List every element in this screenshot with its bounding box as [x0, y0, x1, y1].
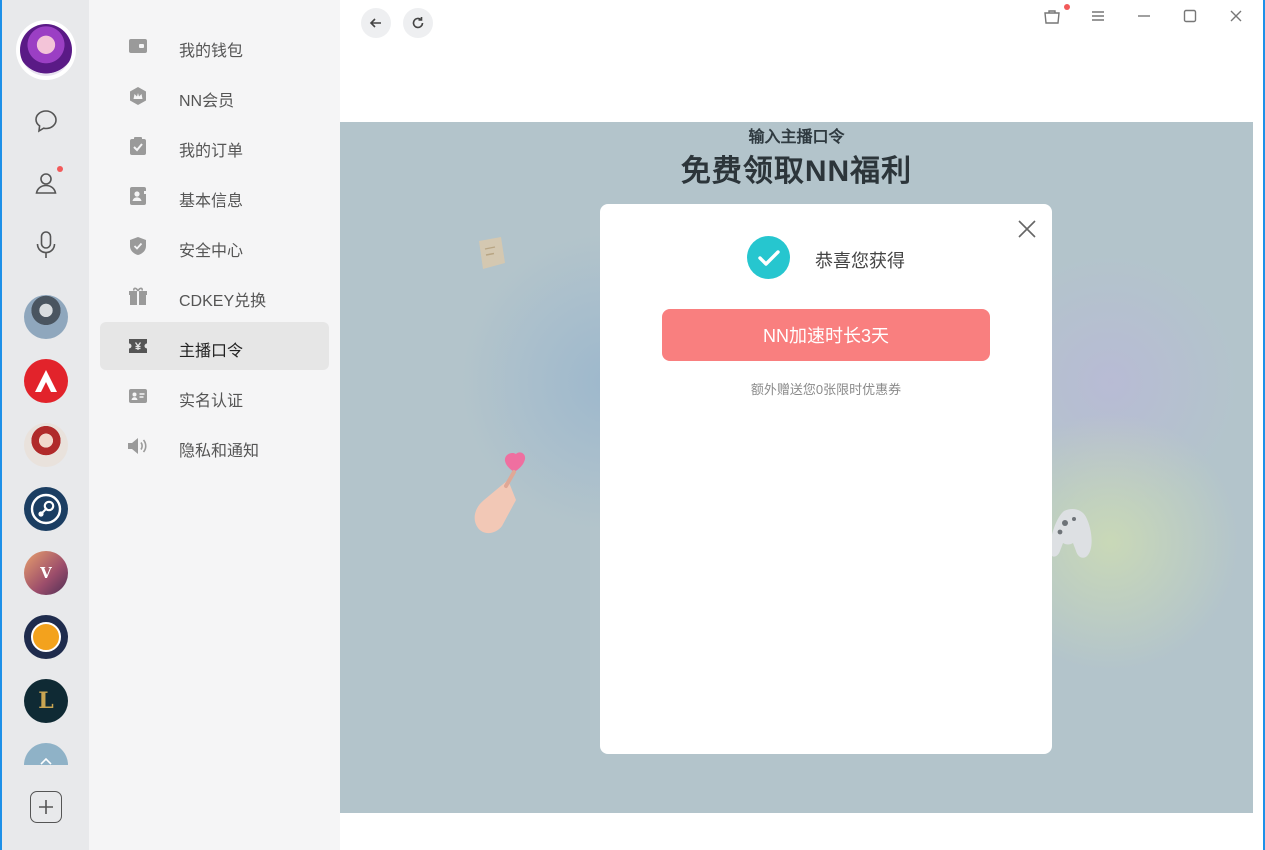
minimize-icon: [1138, 15, 1150, 17]
menu-item-orders[interactable]: 我的订单: [100, 122, 329, 170]
pubg-game-icon[interactable]: [24, 295, 68, 339]
menu-button[interactable]: [1086, 4, 1110, 28]
store-icon: [1044, 10, 1060, 24]
settings-menu: 我的钱包 NN会员 我的订单 基本信息 安全中心 CDKEY兑换 主播口令 实名…: [89, 0, 340, 850]
more-game-icon[interactable]: [24, 743, 68, 765]
banner-subtitle: 输入主播口令: [748, 129, 845, 146]
menu-item-streamer-code[interactable]: 主播口令: [100, 322, 329, 370]
menu-item-vip[interactable]: NN会员: [100, 72, 329, 120]
menu-item-basic-info[interactable]: 基本信息: [100, 172, 329, 220]
close-icon: [1018, 220, 1036, 238]
avatar[interactable]: [16, 20, 76, 80]
hamburger-icon: [1092, 11, 1104, 21]
menu-item-real-name[interactable]: 实名认证: [100, 372, 329, 420]
close-icon: [1230, 10, 1242, 22]
menu-item-wallet[interactable]: 我的钱包: [100, 22, 329, 70]
left-rail: V L: [2, 0, 89, 850]
lol-game-icon[interactable]: L: [24, 679, 68, 723]
notification-dot: [1064, 4, 1070, 10]
clipboard-check-icon: [128, 137, 148, 155]
back-button[interactable]: [361, 8, 391, 38]
maximize-button[interactable]: [1178, 4, 1202, 28]
apex-game-icon[interactable]: [24, 359, 68, 403]
app-window: V L 我的钱包 NN会员 我的订单 基本信息 安全中心 CDKEY兑换 主播口…: [2, 0, 1263, 850]
naraka-game-icon[interactable]: [24, 423, 68, 467]
speaker-icon: [128, 437, 148, 455]
wallet-icon: [128, 37, 148, 55]
coupon-note: 额外赠送您0张限时优惠券: [750, 382, 902, 397]
id-card-icon: [128, 387, 148, 405]
reward-button[interactable]: NN加速时长3天: [662, 309, 990, 361]
chat-bubble-icon[interactable]: [29, 104, 63, 138]
gta5-game-icon[interactable]: V: [24, 551, 68, 595]
yen-ticket-icon: [128, 337, 148, 355]
heart-hand-icon: [474, 452, 526, 534]
close-window-button[interactable]: [1224, 4, 1248, 28]
check-circle-icon: [747, 236, 790, 279]
csgo-game-icon[interactable]: [24, 615, 68, 659]
gamepad-icon: [1050, 509, 1092, 558]
plus-square-icon[interactable]: [30, 791, 62, 823]
refresh-button[interactable]: [403, 8, 433, 38]
refresh-icon: [412, 17, 424, 29]
banner-title: 免费领取NN福利: [680, 155, 913, 188]
close-dialog-button[interactable]: [1016, 218, 1038, 240]
menu-item-security[interactable]: 安全中心: [100, 222, 329, 270]
congrats-text: 恭喜您获得: [815, 251, 905, 271]
notification-dot: [57, 166, 63, 172]
arrow-left-icon: [369, 18, 381, 28]
microphone-icon[interactable]: [29, 228, 63, 262]
menu-item-privacy[interactable]: 隐私和通知: [100, 422, 329, 470]
maximize-icon: [1183, 9, 1197, 23]
reward-dialog: 恭喜您获得 NN加速时长3天 额外赠送您0张限时优惠券: [600, 204, 1052, 754]
crown-icon: [128, 87, 148, 105]
user-icon[interactable]: [29, 166, 63, 200]
gift-icon: [128, 287, 148, 305]
menu-item-cdkey[interactable]: CDKEY兑换: [100, 272, 329, 320]
id-book-icon: [128, 187, 148, 205]
minimize-button[interactable]: [1132, 4, 1156, 28]
shield-check-icon: [128, 237, 148, 255]
steam-game-icon[interactable]: [24, 487, 68, 531]
ticket-icon: [479, 237, 505, 269]
store-button[interactable]: [1040, 4, 1070, 28]
